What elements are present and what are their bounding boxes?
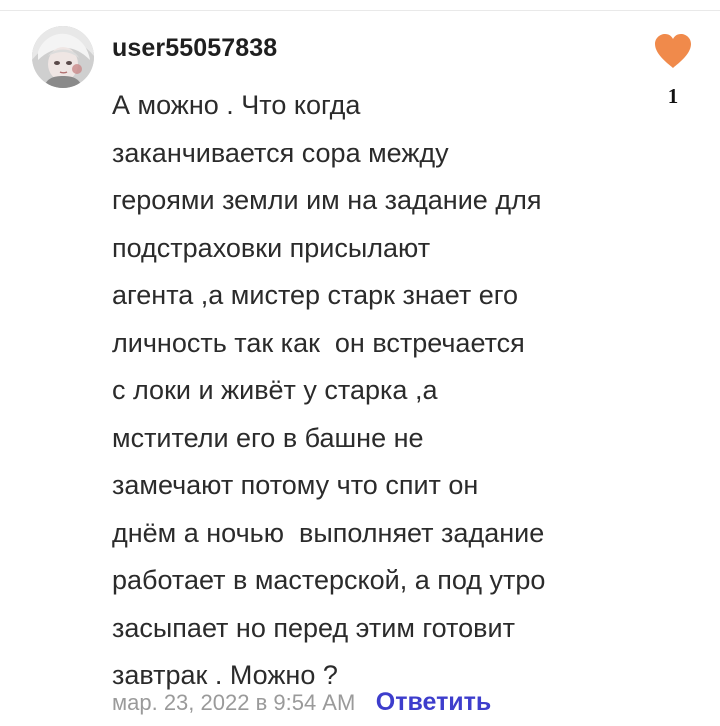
comment-text: А можно . Что когда заканчивается сора м… <box>112 82 632 700</box>
like-count: 1 <box>667 84 679 108</box>
heart-icon <box>655 34 691 68</box>
comment-text-line: днём а ночью выполняет задание <box>112 517 545 548</box>
avatar-image <box>32 26 94 88</box>
comment-text-line: героями земли им на задание для <box>112 185 542 215</box>
comment-text-line: мстители его в башне не <box>112 422 424 453</box>
comment-text-line: заканчивается сора между <box>112 137 449 168</box>
comment-text-line: подстраховки присылают <box>112 232 431 263</box>
user-avatar[interactable] <box>32 26 94 88</box>
comment-meta: мар. 23, 2022 в 9:54 AM Ответить <box>112 682 491 722</box>
comment-timestamp: мар. 23, 2022 в 9:54 AM <box>112 690 356 715</box>
reply-button[interactable]: Ответить <box>376 682 492 722</box>
comment-text-line: с локи и живёт у старка ,а <box>112 375 438 405</box>
comment-text-line: агента ,а мистер старк знает его <box>112 280 519 310</box>
comment-text-line: А можно . Что когда <box>112 90 361 120</box>
like-button[interactable] <box>652 32 694 72</box>
comment-username[interactable]: user55057838 <box>112 31 277 65</box>
comment-text-line: работает в мастерской, а под утро <box>112 565 546 595</box>
comment-text-line: засыпает но перед этим готовит <box>112 612 515 643</box>
comment-text-line: замечают потому что спит он <box>112 470 479 500</box>
comment-text-line: личность так как он встречается <box>112 327 525 358</box>
comment-item: user55057838 А можно . Что когда заканчи… <box>0 0 720 726</box>
